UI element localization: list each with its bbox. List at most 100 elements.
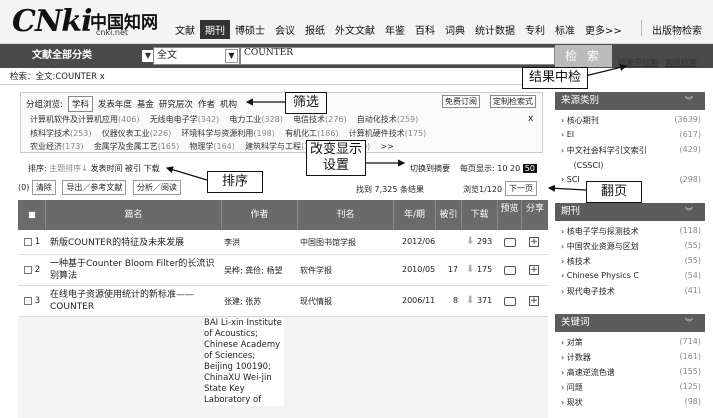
per-page-50[interactable]: 50 [522, 164, 537, 173]
side-list-item[interactable]: › 问题 (125) [561, 382, 701, 393]
share-cell[interactable]: + [529, 237, 539, 248]
collapse-icon[interactable]: ︾ [685, 203, 693, 221]
nav-item-9[interactable]: 统计数据 [470, 20, 520, 39]
search-field-select[interactable]: 全文 ▼ [153, 47, 240, 65]
filter-option[interactable]: 计算机硬件技术 [349, 129, 405, 138]
article-title-link[interactable]: 一种基于Counter Bloom Filter的长流识别算法 [50, 258, 222, 282]
search-input[interactable]: COUNTER [240, 47, 555, 65]
header-title[interactable]: 篇名 [46, 200, 222, 230]
filter-tab-2[interactable]: 基金 [137, 98, 154, 110]
book-preview-icon[interactable] [504, 297, 516, 306]
article-journal[interactable]: 中国图书馆学报 [300, 237, 356, 248]
filter-option[interactable]: 自动化技术 [357, 115, 397, 124]
row-select[interactable]: 1 [24, 237, 40, 247]
filter-option[interactable]: 金属学及金属工艺 [94, 142, 158, 151]
article-author[interactable]: 吴桦; 龚俭; 杨望 [224, 265, 282, 276]
close-icon[interactable]: x [528, 114, 533, 124]
filter-option[interactable]: 仪器仪表工业 [102, 129, 150, 138]
side-list-item[interactable]: › 现代电子技术 (41) [561, 286, 701, 297]
filter-option[interactable]: 农业经济 [30, 142, 62, 151]
side-list-item[interactable]: › 对策 (714) [561, 337, 701, 348]
filter-option[interactable]: 有机化工 [285, 129, 317, 138]
plus-share-icon[interactable]: + [529, 237, 539, 247]
collapse-icon[interactable]: ︾ [685, 314, 693, 332]
article-author[interactable]: 李洪 [224, 237, 240, 248]
header-cited[interactable]: 被引 [436, 200, 462, 230]
row-checkbox[interactable] [24, 296, 32, 305]
header-author[interactable]: 作者 [222, 200, 298, 230]
article-journal[interactable]: 软件学报 [300, 265, 332, 276]
filter-option[interactable]: 无线电电子学 [150, 115, 198, 124]
nav-item-1[interactable]: 期刊 [200, 20, 230, 39]
filter-tab-1[interactable]: 发表年度 [98, 98, 132, 110]
publication-search-link[interactable]: 出版物检索 [652, 22, 702, 37]
nav-item-8[interactable]: 词典 [440, 20, 470, 39]
side-list-item[interactable]: › 核心期刊 (3639) [561, 115, 701, 126]
header-downloads[interactable]: 下载 [462, 200, 498, 230]
chevron-down-icon[interactable]: ▼ [225, 49, 238, 63]
header-journal[interactable]: 刊名 [298, 200, 394, 230]
filter-option[interactable]: 计算机软件及计算机应用 [30, 115, 118, 124]
select-all-checkbox[interactable] [27, 210, 36, 219]
download-cell[interactable]: ⬇ 371 [466, 295, 492, 306]
filter-tab-4[interactable]: 作者 [198, 98, 215, 110]
download-icon[interactable]: ⬇ [466, 236, 474, 247]
filter-tab-3[interactable]: 研究层次 [159, 98, 193, 110]
download-cell[interactable]: ⬇ 175 [466, 264, 492, 275]
side-list-item[interactable]: › 高速逆流色谱 (155) [561, 367, 701, 378]
nav-item-11[interactable]: 标准 [550, 20, 580, 39]
filter-option[interactable]: 建筑科学与工程 [245, 142, 301, 151]
side-list-item[interactable]: › 中国农业资源与区划 (55) [561, 241, 701, 252]
row-select[interactable]: 2 [24, 265, 40, 275]
nav-item-12[interactable]: 更多>> [580, 20, 627, 39]
filter-option[interactable]: 电力工业 [229, 115, 261, 124]
filter-option[interactable]: 物理学 [189, 142, 213, 151]
row-checkbox[interactable] [24, 265, 32, 274]
row-select[interactable]: 3 [24, 296, 40, 306]
nav-item-0[interactable]: 文献 [170, 20, 200, 39]
side-list-item[interactable]: › EI (617) [561, 130, 701, 139]
table-row[interactable]: 1 新版COUNTER的特征及未来发展 李洪 中国图书馆学报 2012/06 ⬇… [18, 230, 548, 255]
preview-cell[interactable] [504, 297, 516, 307]
side-list-item[interactable]: （CSSCI） [561, 160, 701, 171]
nav-item-7[interactable]: 百科 [410, 20, 440, 39]
book-preview-icon[interactable] [504, 238, 516, 247]
side-header-journal[interactable]: 期刊 ︾ [555, 203, 705, 221]
search-button[interactable]: 检 索 [555, 45, 612, 67]
filter-option[interactable]: >> [380, 142, 393, 151]
next-page-button[interactable]: 下一页 [505, 181, 537, 196]
filter-option[interactable]: 电信技术 [293, 115, 325, 124]
article-title-link[interactable]: 在线电子资源使用统计的新标准——COUNTER [50, 289, 222, 313]
nav-item-5[interactable]: 外文文献 [330, 20, 380, 39]
free-subscribe-button[interactable]: 免费订阅 [442, 95, 480, 108]
download-icon[interactable]: ⬇ [466, 264, 474, 275]
per-page-10[interactable]: 10 [497, 164, 507, 173]
sort-by-downloads[interactable]: 下载 [144, 164, 160, 173]
sort-by-cited[interactable]: 被引 [125, 164, 141, 173]
filter-tab-5[interactable]: 机构 [220, 98, 237, 110]
side-header-keyword[interactable]: 关键词 ︾ [555, 314, 705, 332]
article-journal[interactable]: 现代情报 [300, 296, 332, 307]
nav-item-4[interactable]: 报纸 [300, 20, 330, 39]
share-cell[interactable]: + [529, 265, 539, 276]
share-cell[interactable]: + [529, 296, 539, 307]
custom-query-button[interactable]: 定制检索式 [490, 95, 536, 108]
plus-share-icon[interactable]: + [529, 296, 539, 306]
filter-tab-0[interactable]: 学科 [67, 96, 93, 112]
filter-option[interactable]: 环境科学与资源利用 [181, 129, 253, 138]
nav-item-10[interactable]: 专利 [520, 20, 550, 39]
search-scope-select[interactable]: 文献全部分类 ▼ [8, 47, 158, 65]
side-list-item[interactable]: › Chinese Physics C (54) [561, 271, 701, 280]
header-year[interactable]: 年/期 [394, 200, 436, 230]
sort-by-topic[interactable]: 主题排序↓ [49, 164, 88, 173]
export-button[interactable]: 导出／参考文献 [62, 180, 127, 195]
filter-option[interactable]: 核科学技术 [30, 129, 70, 138]
side-list-item[interactable]: › 中文社会科学引文索引 (429) [561, 145, 701, 156]
nav-item-6[interactable]: 年鉴 [380, 20, 410, 39]
table-row[interactable]: 3 在线电子资源使用统计的新标准——COUNTER 张建; 张苏 现代情报 20… [18, 286, 548, 317]
side-header-source[interactable]: 来源类别 ︾ [555, 92, 705, 110]
article-author[interactable]: 张建; 张苏 [224, 296, 261, 307]
table-row[interactable]: 2 一种基于Counter Bloom Filter的长流识别算法 吴桦; 龚俭… [18, 255, 548, 286]
side-list-item[interactable]: › 计数器 (161) [561, 352, 701, 363]
clear-button[interactable]: 清除 [31, 180, 56, 195]
